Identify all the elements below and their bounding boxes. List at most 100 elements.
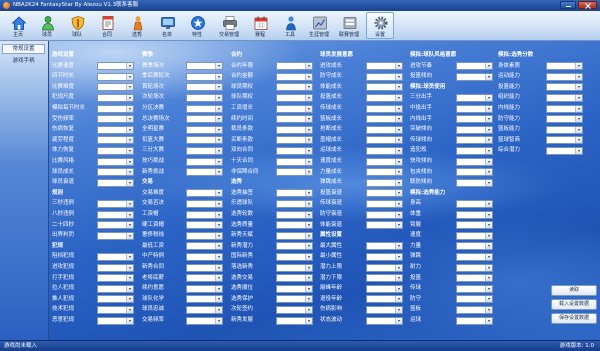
chevron-down-icon[interactable]: [215, 285, 222, 292]
setting-dropdown[interactable]: [366, 115, 403, 124]
setting-dropdown[interactable]: [276, 242, 313, 251]
chevron-down-icon[interactable]: [126, 275, 133, 282]
chevron-down-icon[interactable]: [215, 306, 222, 313]
league-tool-button[interactable]: 联赛管理: [335, 12, 363, 39]
chevron-down-icon[interactable]: [395, 285, 402, 292]
setting-dropdown[interactable]: [276, 305, 313, 314]
setting-dropdown[interactable]: [276, 189, 313, 198]
setting-dropdown[interactable]: [97, 210, 134, 219]
setting-dropdown[interactable]: [276, 93, 313, 102]
trade-tool-button[interactable]: 交易管理: [215, 12, 243, 39]
setting-dropdown[interactable]: [366, 146, 403, 155]
chevron-down-icon[interactable]: [215, 243, 222, 250]
setting-dropdown[interactable]: [186, 83, 223, 92]
load-settings-button[interactable]: 载入设置数据: [551, 299, 597, 310]
setting-dropdown[interactable]: [546, 93, 583, 102]
setting-dropdown[interactable]: [97, 274, 134, 283]
chevron-down-icon[interactable]: [126, 169, 133, 176]
chevron-down-icon[interactable]: [215, 190, 222, 197]
chevron-down-icon[interactable]: [305, 126, 312, 133]
setting-dropdown[interactable]: [546, 62, 583, 71]
chevron-down-icon[interactable]: [305, 222, 312, 229]
chevron-down-icon[interactable]: [485, 285, 492, 292]
chevron-down-icon[interactable]: [215, 116, 222, 123]
chevron-down-icon[interactable]: [395, 116, 402, 123]
setting-dropdown[interactable]: [366, 199, 403, 208]
setting-dropdown[interactable]: [186, 136, 223, 145]
chevron-down-icon[interactable]: [305, 200, 312, 207]
chevron-down-icon[interactable]: [395, 253, 402, 260]
setting-dropdown[interactable]: [456, 316, 493, 325]
setting-dropdown[interactable]: [97, 146, 134, 155]
chevron-down-icon[interactable]: [126, 306, 133, 313]
chevron-down-icon[interactable]: [126, 317, 133, 324]
chevron-down-icon[interactable]: [575, 137, 582, 144]
setting-dropdown[interactable]: [276, 72, 313, 81]
chevron-down-icon[interactable]: [485, 126, 492, 133]
chevron-down-icon[interactable]: [575, 63, 582, 70]
setting-dropdown[interactable]: [186, 62, 223, 71]
setting-dropdown[interactable]: [97, 136, 134, 145]
setting-dropdown[interactable]: [276, 136, 313, 145]
setting-dropdown[interactable]: [97, 104, 134, 113]
setting-dropdown[interactable]: [186, 146, 223, 155]
setting-dropdown[interactable]: [276, 157, 313, 166]
setting-dropdown[interactable]: [366, 316, 403, 325]
chevron-down-icon[interactable]: [395, 211, 402, 218]
chevron-down-icon[interactable]: [305, 296, 312, 303]
chevron-down-icon[interactable]: [215, 253, 222, 260]
chevron-down-icon[interactable]: [215, 158, 222, 165]
chevron-down-icon[interactable]: [126, 285, 133, 292]
setting-dropdown[interactable]: [456, 125, 493, 134]
setting-dropdown[interactable]: [97, 115, 134, 124]
chevron-down-icon[interactable]: [215, 296, 222, 303]
chevron-down-icon[interactable]: [305, 253, 312, 260]
setting-dropdown[interactable]: [97, 263, 134, 272]
setting-dropdown[interactable]: [276, 231, 313, 240]
setting-dropdown[interactable]: [366, 305, 403, 314]
chevron-down-icon[interactable]: [395, 317, 402, 324]
chevron-down-icon[interactable]: [305, 105, 312, 112]
setting-dropdown[interactable]: [276, 221, 313, 230]
chevron-down-icon[interactable]: [126, 264, 133, 271]
setting-dropdown[interactable]: [276, 83, 313, 92]
setting-dropdown[interactable]: [97, 72, 134, 81]
chevron-down-icon[interactable]: [485, 94, 492, 101]
chevron-down-icon[interactable]: [395, 264, 402, 271]
schedule-tool-button[interactable]: 赛程: [246, 12, 274, 39]
chevron-down-icon[interactable]: [305, 211, 312, 218]
chevron-down-icon[interactable]: [485, 275, 492, 282]
chevron-down-icon[interactable]: [126, 84, 133, 91]
setting-dropdown[interactable]: [366, 125, 403, 134]
setting-dropdown[interactable]: [97, 168, 134, 177]
setting-dropdown[interactable]: [456, 115, 493, 124]
setting-dropdown[interactable]: [366, 284, 403, 293]
setting-dropdown[interactable]: [186, 189, 223, 198]
chevron-down-icon[interactable]: [395, 306, 402, 313]
setting-dropdown[interactable]: [456, 305, 493, 314]
title-bar[interactable]: NBA2K24 FantasyStar By Alezou V1.3联系客服: [0, 0, 600, 11]
chevron-down-icon[interactable]: [395, 158, 402, 165]
setting-dropdown[interactable]: [97, 93, 134, 102]
chevron-down-icon[interactable]: [395, 73, 402, 80]
chevron-down-icon[interactable]: [395, 147, 402, 154]
setting-dropdown[interactable]: [186, 157, 223, 166]
setting-dropdown[interactable]: [366, 221, 403, 230]
chevron-down-icon[interactable]: [485, 211, 492, 218]
setting-dropdown[interactable]: [97, 221, 134, 230]
setting-dropdown[interactable]: [456, 136, 493, 145]
chevron-down-icon[interactable]: [575, 105, 582, 112]
setting-dropdown[interactable]: [546, 83, 583, 92]
setting-dropdown[interactable]: [97, 231, 134, 240]
chevron-down-icon[interactable]: [305, 317, 312, 324]
chevron-down-icon[interactable]: [215, 63, 222, 70]
setting-dropdown[interactable]: [186, 242, 223, 251]
chevron-down-icon[interactable]: [215, 126, 222, 133]
chevron-down-icon[interactable]: [485, 264, 492, 271]
chevron-down-icon[interactable]: [215, 222, 222, 229]
setting-dropdown[interactable]: [276, 146, 313, 155]
setting-dropdown[interactable]: [276, 252, 313, 261]
chevron-down-icon[interactable]: [215, 105, 222, 112]
home-tool-button[interactable]: 主页: [4, 12, 32, 39]
chevron-down-icon[interactable]: [485, 105, 492, 112]
